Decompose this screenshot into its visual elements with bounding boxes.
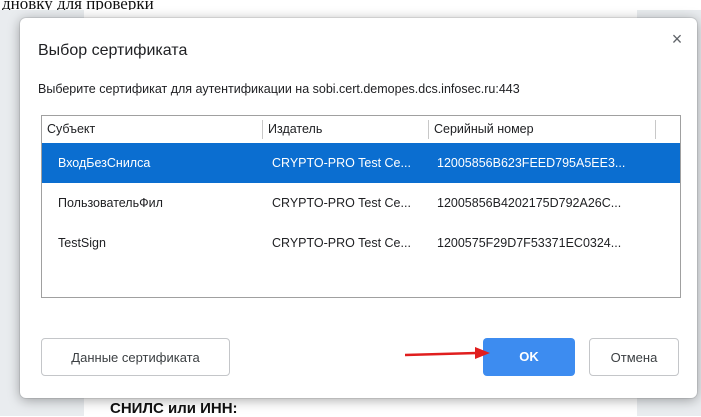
cancel-button[interactable]: Отмена — [589, 338, 679, 376]
cell-subject: ВходБезСнилса — [58, 156, 151, 170]
cell-serial: 12005856B623FEED795A5EE3... — [437, 156, 626, 170]
certificate-table: Субъект Издатель Серийный номер ВходБезС… — [41, 115, 681, 298]
certificate-selection-dialog: Выбор сертификата × Выберите сертификат … — [20, 18, 697, 398]
cell-issuer: CRYPTO-PRO Test Ce... — [272, 196, 411, 210]
column-header-subject[interactable]: Субъект — [42, 116, 262, 143]
ok-button[interactable]: OK — [483, 338, 575, 376]
cell-subject: ПользовательФил — [58, 196, 163, 210]
cell-subject: TestSign — [58, 236, 106, 250]
table-row[interactable]: ПользовательФил CRYPTO-PRO Test Ce... 12… — [42, 183, 680, 223]
dialog-title: Выбор сертификата — [38, 42, 188, 59]
table-row[interactable]: TestSign CRYPTO-PRO Test Ce... 1200575F2… — [42, 223, 680, 263]
background-snils-label: СНИЛС или ИНН: — [110, 400, 238, 417]
red-arrow-icon — [405, 347, 490, 359]
column-header-issuer[interactable]: Издатель — [263, 116, 428, 143]
dialog-description: Выберите сертификат для аутентификации н… — [38, 82, 520, 96]
certificate-details-button[interactable]: Данные сертификата — [41, 338, 230, 376]
table-row[interactable]: ВходБезСнилса CRYPTO-PRO Test Ce... 1200… — [42, 143, 680, 183]
cell-serial: 1200575F29D7F53371EC0324... — [437, 236, 622, 250]
cell-issuer: CRYPTO-PRO Test Ce... — [272, 156, 411, 170]
cell-serial: 12005856B4202175D792A26C... — [437, 196, 622, 210]
cell-issuer: CRYPTO-PRO Test Ce... — [272, 236, 411, 250]
close-icon[interactable]: × — [666, 28, 688, 50]
table-header: Субъект Издатель Серийный номер — [42, 116, 680, 144]
column-divider[interactable] — [655, 120, 656, 139]
column-header-serial[interactable]: Серийный номер — [429, 116, 655, 143]
